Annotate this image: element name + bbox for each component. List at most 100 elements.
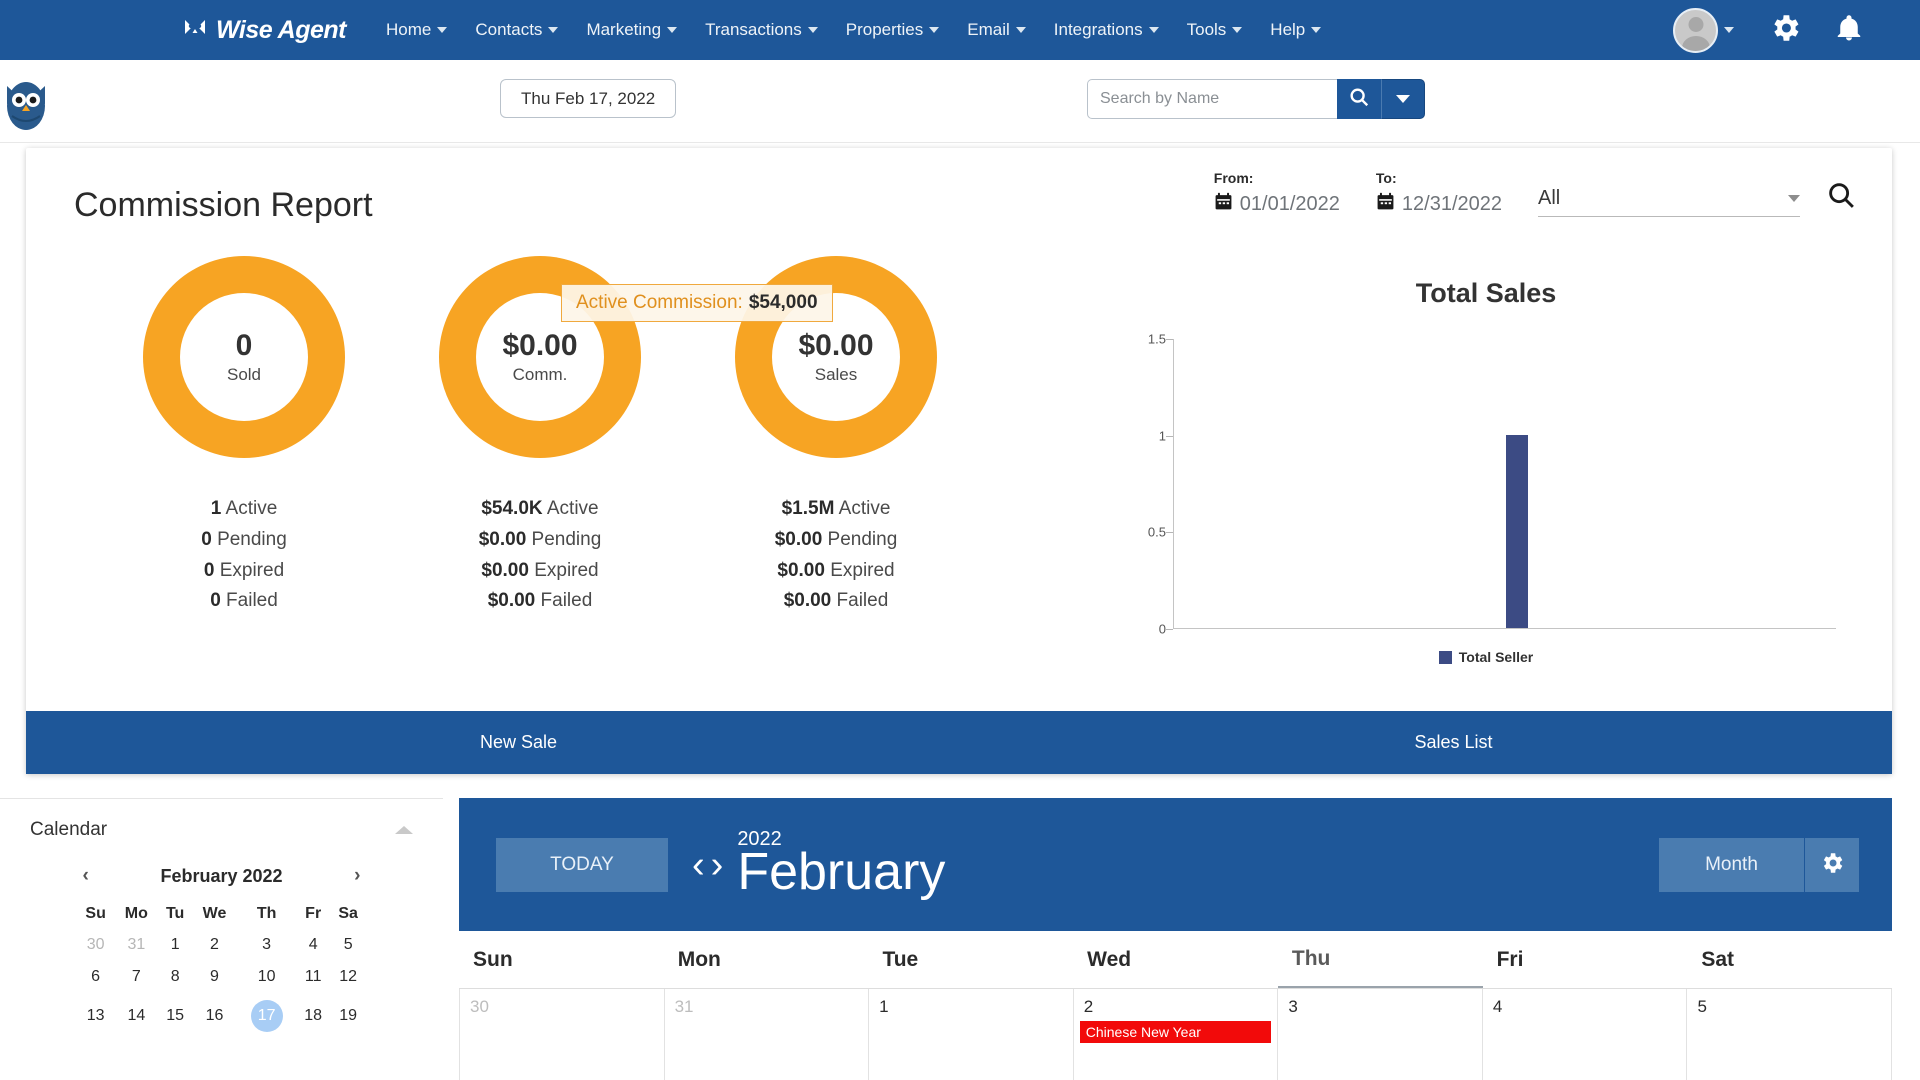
calendar-day-number: 2 xyxy=(1083,997,1094,1016)
from-date-field: From: 01/01/2022 xyxy=(1214,170,1340,217)
report-type-select[interactable]: All xyxy=(1538,187,1800,217)
calendar-settings-button[interactable] xyxy=(1805,838,1859,892)
chart-plot-area: 1.5 1 0.5 0 xyxy=(1116,332,1836,637)
nav-item-marketing[interactable]: Marketing xyxy=(572,20,691,40)
mini-calendar-day[interactable]: 2 xyxy=(192,929,236,961)
mini-calendar-day[interactable]: 4 xyxy=(297,929,330,961)
to-date-picker[interactable]: 12/31/2022 xyxy=(1376,192,1502,217)
nav-item-transactions[interactable]: Transactions xyxy=(691,20,832,40)
mini-calendar-day[interactable]: 30 xyxy=(77,929,115,961)
mini-calendar-day[interactable]: 5 xyxy=(330,929,367,961)
calendar-day-cell[interactable]: 5 xyxy=(1687,989,1893,1080)
calendar-dow-wed: Wed xyxy=(1087,947,1132,971)
nav-item-contacts[interactable]: Contacts xyxy=(461,20,572,40)
mini-calendar-day[interactable]: 11 xyxy=(297,961,330,993)
nav-item-home-label: Home xyxy=(385,20,432,39)
total-sales-chart: Total Sales 1.5 1 0.5 0 Total Seller xyxy=(1116,256,1856,676)
mini-calendar-day[interactable]: 1 xyxy=(158,929,192,961)
view-month-button[interactable]: Month xyxy=(1659,838,1804,892)
new-sale-button[interactable]: New Sale xyxy=(26,732,1011,753)
run-report-search-button[interactable] xyxy=(1826,180,1856,215)
today-number: 17 xyxy=(250,1000,283,1032)
mini-calendar-day[interactable]: 31 xyxy=(115,929,158,961)
calendar-next-button[interactable]: › xyxy=(711,846,724,884)
nav-item-integrations[interactable]: Integrations xyxy=(1040,20,1173,40)
bell-icon[interactable] xyxy=(1834,12,1864,49)
donut-metrics-row: 0 Sold 1 Active 0 Pending 0 Expired 0 Fa… xyxy=(96,256,984,617)
brand-logo[interactable]: Wise Agent xyxy=(182,16,346,45)
from-date-picker[interactable]: 01/01/2022 xyxy=(1214,192,1340,217)
stat-num: $0.00 xyxy=(777,559,825,581)
calendar-day-cell[interactable]: 31 xyxy=(665,989,870,1080)
calendar-dow-sun: Sun xyxy=(473,947,513,971)
mini-calendar-day[interactable]: 15 xyxy=(158,993,192,1039)
report-footer-actions: New Sale Sales List xyxy=(26,711,1892,774)
calendar-day-cell[interactable]: 4 xyxy=(1483,989,1688,1080)
top-navigation-bar: Wise Agent Home Contacts Marketing Trans… xyxy=(0,0,1920,60)
search-submit-button[interactable] xyxy=(1337,79,1381,119)
dow-header: Mo xyxy=(124,905,148,922)
calendar-prev-button[interactable]: ‹ xyxy=(692,846,705,884)
nav-item-email[interactable]: Email xyxy=(953,20,1040,40)
gear-icon[interactable] xyxy=(1768,11,1802,50)
calendar-day-cell[interactable]: 30 xyxy=(459,989,665,1080)
stat-num: $1.5M xyxy=(781,498,835,519)
donut-chart-sold[interactable]: 0 Sold xyxy=(143,256,345,458)
y-axis-tick-mark xyxy=(1166,532,1173,534)
mini-calendar-day[interactable]: 18 xyxy=(297,993,330,1039)
stat-num: $0.00 xyxy=(774,528,823,550)
nav-item-contacts-label: Contacts xyxy=(475,20,543,39)
mini-calendar-day[interactable]: 19 xyxy=(330,993,367,1039)
mini-calendar-day[interactable]: 7 xyxy=(115,961,158,993)
chevron-down-icon[interactable] xyxy=(1724,27,1734,33)
calendar-widget-header: Calendar xyxy=(0,799,443,841)
stats-list-sales: $1.5M Active $0.00 Pending $0.00 Expired… xyxy=(688,494,984,617)
today-button[interactable]: TODAY xyxy=(496,837,668,892)
avatar[interactable] xyxy=(1673,7,1718,53)
y-axis xyxy=(1173,339,1174,629)
from-label: From: xyxy=(1213,170,1254,186)
stat-row: $0.00 Expired xyxy=(688,556,984,587)
legend-label-total-seller: Total Seller xyxy=(1458,649,1534,665)
calendar-day-cell[interactable]: 3 xyxy=(1278,989,1483,1080)
mini-calendar-next-button[interactable]: › xyxy=(348,865,366,887)
mini-calendar-day[interactable]: 13 xyxy=(77,993,115,1039)
mini-calendar-day[interactable]: 3 xyxy=(237,929,297,961)
mini-calendar-prev-button[interactable]: ‹ xyxy=(77,865,95,887)
chart-legend: Total Seller xyxy=(1116,649,1856,665)
chevron-up-icon[interactable] xyxy=(395,826,413,834)
stat-row: $0.00 Expired xyxy=(392,556,688,587)
stat-num: 0 xyxy=(203,559,215,581)
search-options-dropdown-button[interactable] xyxy=(1381,79,1425,119)
sub-header-bar: Thu Feb 17, 2022 xyxy=(0,60,1920,143)
mini-calendar-day[interactable]: 6 xyxy=(77,961,115,993)
chevron-down-icon xyxy=(1015,27,1026,33)
user-menu[interactable] xyxy=(1673,7,1734,53)
sales-list-button[interactable]: Sales List xyxy=(1011,732,1896,753)
bar-total-seller[interactable] xyxy=(1506,434,1528,628)
nav-right-controls xyxy=(1673,0,1920,60)
stat-name: Expired xyxy=(830,559,895,581)
mini-calendar-day[interactable]: 16 xyxy=(192,993,236,1039)
mini-calendar-dow-row: Su Mo Tu We Th Fr Sa xyxy=(77,899,367,929)
nav-item-home[interactable]: Home xyxy=(372,20,461,40)
mini-calendar-day[interactable]: 9 xyxy=(192,961,236,993)
mini-calendar-day[interactable]: 8 xyxy=(158,961,192,993)
calendar-event-chinese-new-year[interactable]: Chinese New Year xyxy=(1079,1021,1272,1043)
stat-num: $0.00 xyxy=(487,590,536,612)
mini-calendar-day[interactable]: 14 xyxy=(115,993,158,1039)
nav-item-properties[interactable]: Properties xyxy=(832,20,953,40)
calendar-icon xyxy=(1376,192,1395,217)
current-date-button[interactable]: Thu Feb 17, 2022 xyxy=(500,79,677,118)
nav-item-help-label: Help xyxy=(1270,20,1306,39)
calendar-day-cell[interactable]: 2 Chinese New Year xyxy=(1074,989,1279,1080)
nav-item-tools[interactable]: Tools xyxy=(1173,20,1257,40)
gear-icon xyxy=(1819,850,1845,881)
mini-calendar-day[interactable]: 10 xyxy=(237,961,297,993)
nav-item-help[interactable]: Help xyxy=(1256,20,1335,40)
mini-calendar-day-today[interactable]: 17 xyxy=(237,993,297,1039)
stat-row: 0 Pending xyxy=(96,525,392,556)
calendar-day-cell[interactable]: 1 xyxy=(869,989,1074,1080)
mini-calendar-day[interactable]: 12 xyxy=(330,961,367,993)
search-input[interactable] xyxy=(1087,79,1337,119)
